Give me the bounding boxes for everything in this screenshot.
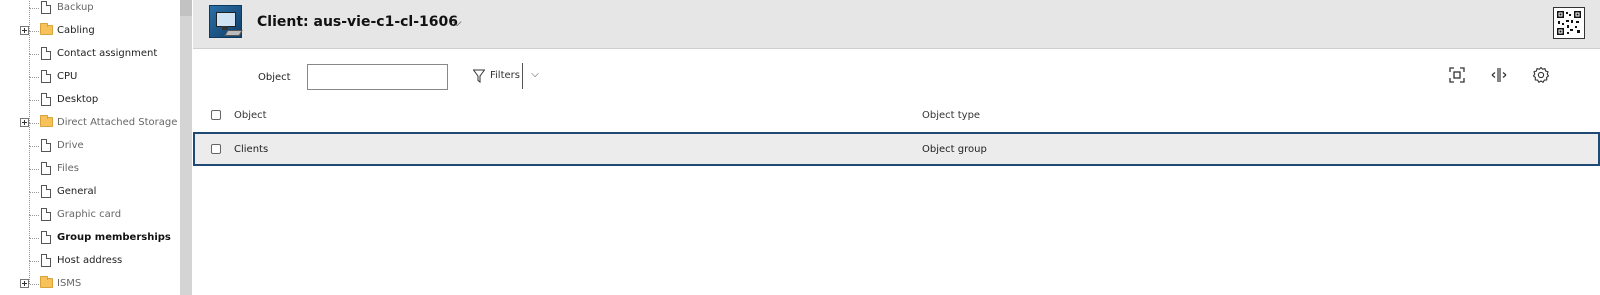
tree-scrollbar[interactable] bbox=[180, 0, 192, 295]
tree-connector bbox=[29, 123, 30, 146]
folder-icon bbox=[40, 23, 53, 35]
qr-code-graphic bbox=[1557, 11, 1581, 35]
object-header: Client: aus-vie-c1-cl-1606 ⌵ bbox=[193, 0, 1600, 49]
tree-item-backup[interactable]: Backup bbox=[0, 0, 182, 20]
object-filter-label: Object bbox=[258, 72, 291, 83]
folder-icon bbox=[40, 276, 53, 288]
tree-item-host-address[interactable]: Host address bbox=[0, 238, 182, 273]
select-all-checkbox[interactable] bbox=[211, 110, 221, 120]
document-icon bbox=[41, 254, 51, 267]
tree-item-contact-assignment[interactable]: Contact assignment bbox=[0, 31, 182, 66]
chevron-down-icon[interactable]: ⌵ bbox=[528, 68, 542, 82]
navigation-tree: Backup Cabling Contact assignment CPU De… bbox=[0, 0, 182, 295]
tree-item-label: Direct Attached Storage bbox=[57, 117, 178, 128]
tree-item-label: General bbox=[57, 186, 97, 197]
tree-item-direct-attached-storage[interactable]: Direct Attached Storage bbox=[0, 100, 182, 135]
tree-item-label: Contact assignment bbox=[57, 48, 158, 59]
columns-icon[interactable] bbox=[1490, 66, 1508, 84]
tree-item-cabling[interactable]: Cabling bbox=[0, 8, 182, 43]
tree-item-drive[interactable]: Drive bbox=[0, 123, 182, 158]
tree-connector bbox=[30, 31, 39, 32]
cell-object: Clients bbox=[234, 144, 269, 155]
tree-connector bbox=[29, 31, 30, 54]
expand-icon[interactable] bbox=[20, 118, 29, 127]
tree-connector bbox=[30, 169, 39, 170]
folder-icon bbox=[40, 115, 53, 127]
tree-connector bbox=[29, 169, 30, 192]
monitor-shape bbox=[216, 12, 236, 27]
cell-object-type: Object group bbox=[922, 144, 987, 155]
filter-icon bbox=[473, 69, 485, 83]
tree-connector bbox=[30, 77, 39, 78]
document-icon bbox=[41, 47, 51, 60]
expand-icon[interactable] bbox=[20, 26, 29, 35]
tree-connector bbox=[30, 261, 39, 262]
tree-connector bbox=[29, 0, 30, 8]
tree-item-general[interactable]: General bbox=[0, 169, 182, 204]
fullscreen-icon[interactable] bbox=[1448, 66, 1466, 84]
filters-divider bbox=[522, 63, 523, 89]
tree-item-label: Files bbox=[57, 163, 79, 174]
tree-connector bbox=[30, 123, 39, 124]
tree-connector bbox=[30, 146, 39, 147]
document-icon bbox=[41, 1, 51, 14]
filters-label: Filters bbox=[490, 70, 520, 81]
page-title: Client: aus-vie-c1-cl-1606 bbox=[257, 14, 459, 30]
tree-item-label: ISMS bbox=[57, 278, 82, 289]
tree-connector bbox=[29, 215, 30, 238]
expand-icon[interactable] bbox=[20, 279, 29, 288]
tree-connector bbox=[30, 284, 39, 285]
tree-connector bbox=[29, 261, 30, 284]
tree-item-group-memberships[interactable]: Group memberships bbox=[0, 215, 182, 250]
column-header-object-type[interactable]: Object type bbox=[922, 109, 980, 123]
qr-code-icon[interactable] bbox=[1553, 7, 1585, 39]
filters-button[interactable]: Filters bbox=[473, 66, 520, 86]
tree-connector bbox=[30, 215, 39, 216]
tree-item-label: Graphic card bbox=[57, 209, 122, 220]
tree-connector bbox=[29, 100, 30, 123]
tree-item-desktop[interactable]: Desktop bbox=[0, 77, 182, 112]
tree-connector bbox=[29, 146, 30, 169]
tree-item-graphic-card[interactable]: Graphic card bbox=[0, 192, 182, 227]
tree-item-cpu[interactable]: CPU bbox=[0, 54, 182, 89]
tree-scrollbar-thumb[interactable] bbox=[180, 0, 192, 16]
object-filter-input[interactable] bbox=[307, 64, 448, 90]
document-icon bbox=[41, 185, 51, 198]
document-icon bbox=[41, 162, 51, 175]
document-icon bbox=[41, 70, 51, 83]
settings-icon[interactable] bbox=[1532, 66, 1550, 84]
tree-connector bbox=[30, 54, 39, 55]
chevron-down-icon[interactable]: ⌵ bbox=[449, 14, 465, 30]
document-icon bbox=[41, 231, 51, 244]
computer-icon bbox=[209, 5, 243, 38]
tree-connector bbox=[30, 100, 39, 101]
document-icon bbox=[41, 93, 51, 106]
tree-connector bbox=[29, 238, 30, 261]
tree-connector bbox=[29, 77, 30, 100]
document-icon bbox=[41, 139, 51, 152]
tree-item-label: Drive bbox=[57, 140, 84, 151]
tree-item-isms[interactable]: ISMS bbox=[0, 261, 182, 295]
tree-item-files[interactable]: Files bbox=[0, 146, 182, 181]
tree-connector bbox=[29, 8, 30, 31]
tree-item-label: Desktop bbox=[57, 94, 99, 105]
table-row[interactable]: Clients Object group bbox=[193, 132, 1600, 166]
tree-connector bbox=[30, 8, 39, 9]
tree-connector bbox=[29, 54, 30, 77]
tree-connector bbox=[30, 192, 39, 193]
document-icon bbox=[41, 208, 51, 221]
tree-connector bbox=[30, 238, 39, 239]
row-checkbox[interactable] bbox=[211, 144, 221, 154]
column-header-object[interactable]: Object bbox=[234, 109, 267, 123]
tree-connector bbox=[29, 192, 30, 215]
keyboard-shape bbox=[224, 30, 243, 36]
tree-item-label: Backup bbox=[57, 2, 94, 13]
tree-item-label: Group memberships bbox=[57, 232, 171, 243]
tree-item-label: Host address bbox=[57, 255, 123, 266]
tree-item-label: CPU bbox=[57, 71, 78, 82]
tree-item-label: Cabling bbox=[57, 25, 95, 36]
